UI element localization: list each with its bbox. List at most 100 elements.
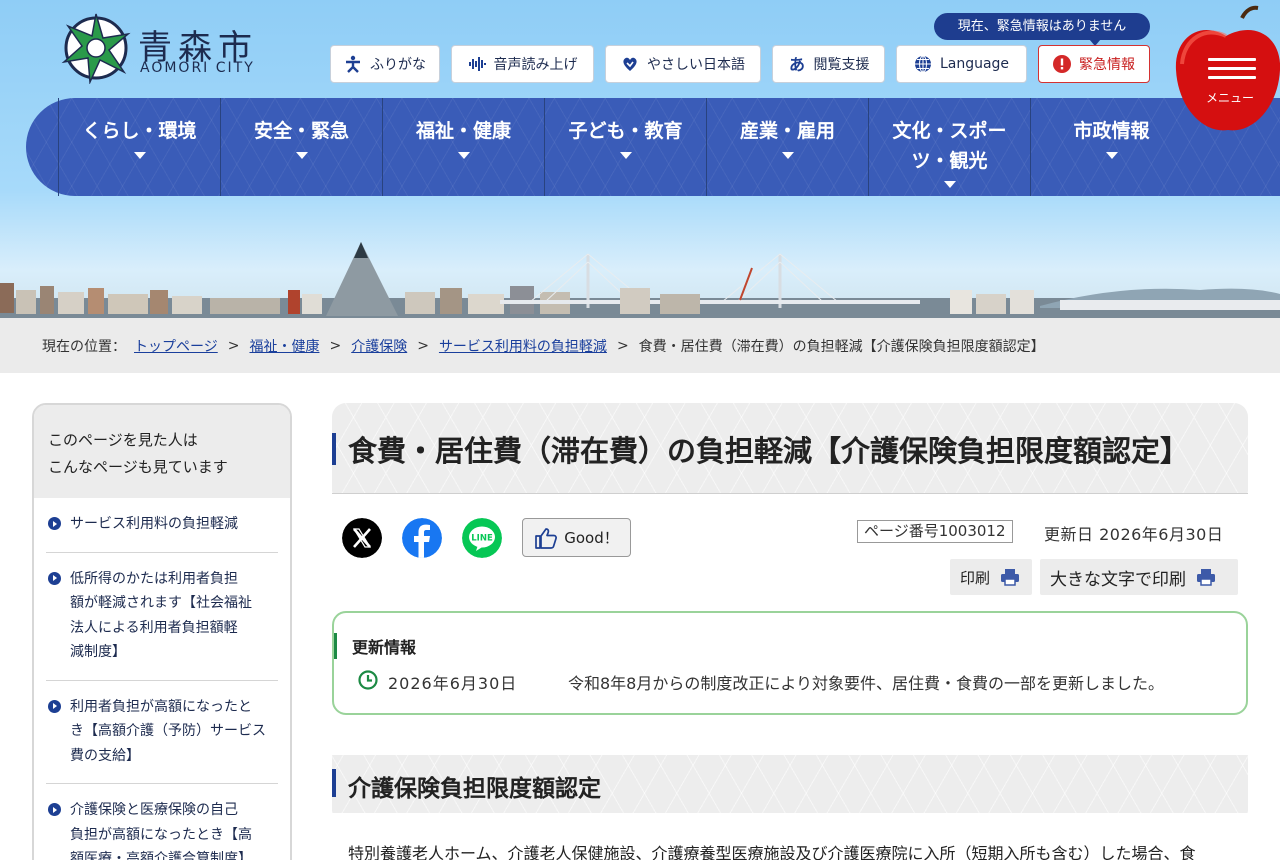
related-pages-sidebar: このページを見た人は こんなページも見ています サービス利用料の負担軽減 低所得… xyxy=(32,403,292,860)
sidebar-link-text: 法人による利用者負担額軽 xyxy=(70,619,238,636)
update-info-heading: 更新情報 xyxy=(352,638,417,657)
breadcrumb-prefix: 現在の位置： xyxy=(42,338,126,355)
section-title: 介護保険負担限度額認定 xyxy=(348,776,601,802)
line-share-button[interactable]: LINE xyxy=(462,518,502,558)
easy-japanese-button[interactable]: やさしい日本語 xyxy=(605,45,761,83)
chevron-down-icon xyxy=(619,152,632,159)
good-button[interactable]: Good！ xyxy=(522,518,631,557)
arrow-bullet-icon xyxy=(48,803,61,816)
chevron-down-icon xyxy=(943,181,956,188)
furigana-icon xyxy=(346,55,360,73)
emergency-info-button[interactable]: 緊急情報 xyxy=(1038,45,1150,83)
nav-label: 文化・スポーツ・観光 xyxy=(892,120,1007,172)
hamburger-icon[interactable] xyxy=(1208,58,1256,82)
updated-date: 更新日 2026年6月30日 xyxy=(1044,525,1224,544)
nav-item-safety-emergency[interactable]: 安全・緊急 xyxy=(220,98,382,196)
sidebar-heading-line: このページを見た人は xyxy=(48,431,198,449)
sidebar-link-low-income-reduction[interactable]: 低所得のかたは利用者負担 額が軽減されます【社会福祉 法人による利用者負担額軽 … xyxy=(46,553,278,681)
breadcrumb-link-fee-reduction[interactable]: サービス利用料の負担軽減 xyxy=(439,336,607,356)
sidebar-link-text: 低所得のかたは利用者負担 xyxy=(70,570,238,587)
sidebar-link-text: 利用者負担が高額になったと xyxy=(70,698,252,715)
sidebar-link-text: 負担が高額になったとき【高 xyxy=(70,826,252,843)
arrow-bullet-icon xyxy=(48,517,61,530)
sidebar-link-text: 額が軽減されます【社会福祉 xyxy=(70,595,252,611)
sidebar-link-text: 介護保険と医療保険の自己 xyxy=(70,802,238,818)
nav-item-industry-employment[interactable]: 産業・雇用 xyxy=(706,98,868,196)
printer-icon xyxy=(1197,569,1215,586)
update-info-date: 2026年6月30日 xyxy=(388,674,518,693)
breadcrumb-separator: > xyxy=(616,337,629,354)
breadcrumb-link-top[interactable]: トップページ xyxy=(134,336,218,356)
nav-item-living-environment[interactable]: くらし・環境 xyxy=(58,98,220,196)
exclamation-icon xyxy=(1053,55,1071,73)
sidebar-heading: このページを見た人は こんなページも見ています xyxy=(34,405,290,498)
read-aloud-button[interactable]: 音声読み上げ xyxy=(451,45,594,83)
print-button[interactable]: 印刷 xyxy=(950,559,1032,595)
page-title-box: 食費・居住費（滞在費）の負担軽減【介護保険負担限度額認定】 xyxy=(332,403,1248,494)
arrow-bullet-icon xyxy=(48,571,61,585)
breadcrumb-current: 食費・居住費（滞在費）の負担軽減【介護保険負担限度額認定】 xyxy=(638,338,1045,355)
page-title: 食費・居住費（滞在費）の負担軽減【介護保険負担限度額認定】 xyxy=(348,434,1190,468)
breadcrumb-separator: > xyxy=(227,337,240,354)
body-paragraph: 特別養護老人ホーム、介護老人保健施設、介護療養型医療施設及び介護医療院に入所（短… xyxy=(348,844,1196,860)
update-info-text: 令和8年8月からの制度改正により対象要件、居住費・食費の一部を更新しました。 xyxy=(568,674,1165,693)
thumbs-up-icon xyxy=(535,527,558,549)
nav-item-city-administration[interactable]: 市政情報 xyxy=(1030,98,1192,196)
x-share-button[interactable] xyxy=(342,518,382,558)
furigana-button[interactable]: ふりがな xyxy=(330,45,440,83)
site-header: 青森市 AOMORI CITY 現在、緊急情報はありません ふりがな 音声読み上… xyxy=(0,0,1280,318)
chevron-down-icon xyxy=(133,152,146,159)
nav-item-welfare-health[interactable]: 福祉・健康 xyxy=(382,98,544,196)
breadcrumb-link-care-insurance[interactable]: 介護保険 xyxy=(351,336,407,356)
emergency-status-note: 現在、緊急情報はありません xyxy=(934,13,1150,46)
sidebar-link-text: 額医療・高額介護合算制度】 xyxy=(70,851,252,860)
city-emblem-icon xyxy=(61,13,131,84)
sidebar-link-combined-high-cost[interactable]: 介護保険と医療保険の自己 負担が高額になったとき【高 額医療・高額介護合算制度】 xyxy=(46,784,278,860)
reading-support-label: 閲覧支援 xyxy=(813,57,870,73)
reading-support-button[interactable]: あ 閲覧支援 xyxy=(772,45,885,83)
chevron-down-icon xyxy=(1105,152,1118,159)
chevron-down-icon xyxy=(457,152,470,159)
print-large-text-button[interactable]: 大きな文字で印刷 xyxy=(1040,559,1238,595)
heart-hand-icon xyxy=(623,57,637,71)
svg-text:あ: あ xyxy=(789,55,805,73)
reading-support-icon: あ xyxy=(789,55,805,73)
emergency-info-label: 緊急情報 xyxy=(1079,57,1135,73)
good-label: Good！ xyxy=(564,529,619,547)
global-navigation: くらし・環境 安全・緊急 福祉・健康 子ども・教育 産業・雇用 文化・スポーツ・… xyxy=(26,98,1280,196)
section-heading-box: 介護保険負担限度額認定 xyxy=(332,755,1248,813)
update-info-box: 更新情報 2026年6月30日 令和8年8月からの制度改正により対象要件、居住費… xyxy=(332,611,1248,715)
sidebar-list: サービス利用料の負担軽減 低所得のかたは利用者負担 額が軽減されます【社会福祉 … xyxy=(34,498,290,860)
furigana-label: ふりがな xyxy=(370,57,426,73)
chevron-down-icon xyxy=(781,152,794,159)
read-aloud-label: 音声読み上げ xyxy=(493,57,578,73)
language-button[interactable]: Language xyxy=(896,45,1027,83)
chevron-down-icon xyxy=(295,152,308,159)
easy-japanese-label: やさしい日本語 xyxy=(647,57,745,73)
printer-icon xyxy=(1001,569,1020,586)
facebook-share-button[interactable] xyxy=(402,518,442,558)
page-number: ページ番号1003012 xyxy=(857,520,1013,543)
sidebar-link-high-cost-service[interactable]: 利用者負担が高額になったと き【高額介護（予防）サービス 費の支給】 xyxy=(46,681,278,784)
sidebar-link-text: き【高額介護（予防）サービス xyxy=(70,723,266,739)
globe-icon xyxy=(914,55,931,73)
breadcrumb-separator: > xyxy=(417,337,429,354)
menu-label: メニュー xyxy=(1205,91,1254,105)
nav-item-children-education[interactable]: 子ども・教育 xyxy=(544,98,706,196)
logo-text-en: AOMORI CITY xyxy=(140,60,255,76)
language-label: Language xyxy=(939,56,1010,72)
nav-label: くらし・環境 xyxy=(82,120,197,142)
sidebar-link-fee-reduction[interactable]: サービス利用料の負担軽減 xyxy=(46,498,278,553)
nav-item-culture-sports-tourism[interactable]: 文化・スポーツ・観光 xyxy=(868,98,1030,196)
nav-label: 市政情報 xyxy=(1073,120,1150,142)
breadcrumb: 現在の位置： トップページ > 福祉・健康 > 介護保険 > サービス利用料の負… xyxy=(0,318,1280,373)
print-large-label: 大きな文字で印刷 xyxy=(1050,569,1186,590)
sidebar-link-text: 減制度】 xyxy=(70,644,126,660)
breadcrumb-link-welfare[interactable]: 福祉・健康 xyxy=(249,336,319,356)
print-label: 印刷 xyxy=(960,568,991,587)
breadcrumb-separator: > xyxy=(329,337,342,354)
site-logo[interactable]: 青森市 AOMORI CITY xyxy=(60,12,270,84)
sidebar-link-text: 費の支給】 xyxy=(70,747,140,764)
nav-label: 産業・雇用 xyxy=(739,120,835,142)
clock-icon xyxy=(358,670,378,690)
